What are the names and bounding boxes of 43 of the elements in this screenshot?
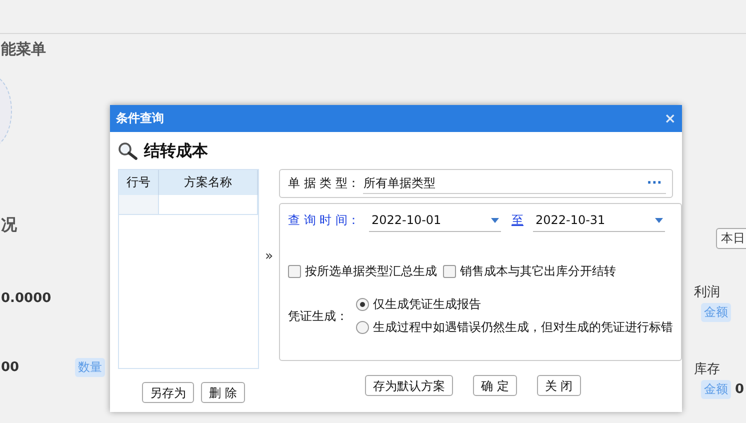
radio-label: 生成过程中如遇错误仍然生成，但对生成的凭证进行标错 [373, 319, 673, 336]
field-label: 单 据 类 型： [288, 175, 360, 192]
field-value: 所有单据类型 [363, 174, 436, 192]
table-row[interactable] [119, 195, 258, 215]
more-button[interactable]: ··· [646, 176, 662, 190]
confirm-button[interactable]: 确 定 [473, 375, 517, 396]
radio-label: 仅生成凭证生成报告 [373, 296, 481, 313]
save-default-button[interactable]: 存为默认方案 [365, 375, 453, 396]
date-value: 2022-10-01 [371, 213, 442, 227]
column-header: 方案名称 [159, 170, 258, 195]
caret-icon [655, 218, 664, 222]
stock-label: 库存 [694, 361, 721, 378]
end-date-field[interactable]: 2022-10-31 [533, 209, 666, 232]
delete-button[interactable]: 删 除 [201, 382, 245, 403]
checkbox[interactable] [443, 265, 456, 278]
caret-icon [491, 218, 500, 222]
section-heading: 况 [1, 215, 18, 236]
checkbox-label: 销售成本与其它出库分开结转 [460, 263, 616, 280]
collapse-button[interactable]: » [265, 248, 274, 264]
dialog-title: 条件查询 [116, 110, 164, 127]
checkbox-label: 按所选单据类型汇总生成 [305, 263, 437, 280]
amount-value: 0.0000 [1, 291, 52, 306]
search-icon [118, 142, 138, 160]
today-button[interactable]: 本日 [716, 228, 746, 249]
date-value: 2022-10-31 [535, 213, 606, 227]
radio-button[interactable] [356, 298, 369, 311]
menu-heading: 能菜单 [1, 40, 47, 59]
radio-button[interactable] [356, 321, 369, 334]
to-label[interactable]: 至 [511, 212, 524, 229]
profit-tag: 金额 [701, 303, 731, 322]
stock-tag: 金额 [701, 380, 731, 399]
dialog-heading: 结转成本 [144, 140, 208, 162]
quantity-value: 00 [1, 360, 20, 375]
profit-label: 利润 [694, 284, 721, 301]
quantity-tag: 数量 [75, 358, 105, 377]
field-label: 查 询 时 间： [288, 212, 360, 229]
save-as-button[interactable]: 另存为 [142, 382, 194, 403]
field-label: 凭证生成： [288, 308, 348, 324]
stock-value: 0 [735, 382, 744, 397]
close-button[interactable]: 关 闭 [536, 375, 581, 396]
checkbox[interactable] [288, 265, 301, 278]
doc-type-field[interactable]: 单 据 类 型： 所有单据类型 ··· [279, 169, 673, 198]
start-date-field[interactable]: 2022-10-01 [369, 209, 502, 232]
